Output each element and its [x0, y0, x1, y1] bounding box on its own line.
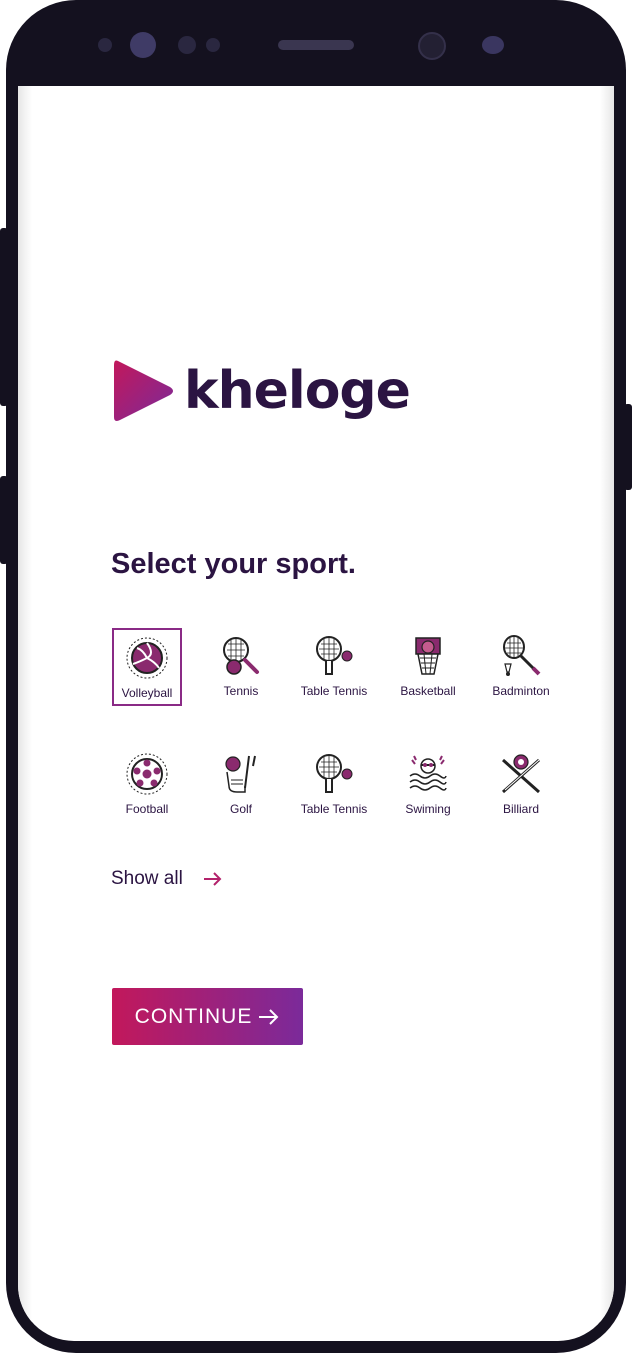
screen-edge [600, 86, 614, 1341]
sport-label: Volleyball [121, 686, 173, 700]
tennis-icon [223, 637, 259, 675]
sport-label: Tennis [223, 684, 259, 698]
sport-label: Billiard [502, 802, 539, 816]
football-icon [126, 753, 168, 795]
sport-option-golf[interactable]: Golf [206, 746, 276, 824]
play-logo-icon [114, 360, 173, 421]
sport-label: Swiming [405, 802, 451, 816]
sensor-dot [130, 32, 156, 58]
sport-option-badminton[interactable]: Badminton [486, 628, 556, 706]
earpiece-speaker [278, 40, 354, 50]
table-tennis-icon [316, 636, 353, 675]
sport-label: Table Tennis [300, 684, 368, 698]
continue-button[interactable]: CONTINUE [112, 988, 303, 1045]
sensor-dot [98, 38, 112, 52]
billiard-icon [502, 754, 540, 794]
sensor-dot [206, 38, 220, 52]
sport-option-volleyball[interactable]: Volleyball [112, 628, 182, 706]
sport-option-football[interactable]: Football [112, 746, 182, 824]
badminton-icon [503, 635, 541, 676]
sensor-dot [482, 36, 504, 54]
swimming-icon [409, 755, 447, 791]
sensor-dot [178, 36, 196, 54]
sport-label: Golf [229, 802, 252, 816]
phone-screen [18, 86, 614, 1341]
app-logo: kheloge [112, 356, 411, 426]
logo-wordmark: kheloge [184, 361, 411, 421]
show-all-link[interactable]: Show all [111, 868, 223, 890]
arrow-right-icon [259, 1008, 279, 1025]
sport-option-table-tennis-2[interactable]: Table Tennis [299, 746, 369, 824]
arrow-right-icon [203, 872, 222, 886]
sport-option-swimming[interactable]: Swiming [393, 746, 463, 824]
sport-option-table-tennis[interactable]: Table Tennis [299, 628, 369, 706]
sport-label: Football [125, 802, 169, 816]
sport-option-tennis[interactable]: Tennis [206, 628, 276, 706]
page-title: Select your sport. [111, 548, 356, 580]
sport-label: Table Tennis [300, 802, 368, 816]
sport-label: Basketball [400, 684, 456, 698]
table-tennis-icon [316, 754, 353, 793]
golf-icon [225, 755, 256, 793]
screen-edge [18, 86, 32, 1341]
sport-option-billiard[interactable]: Billiard [486, 746, 556, 824]
sport-option-basketball[interactable]: Basketball [393, 628, 463, 706]
volleyball-icon [126, 637, 168, 679]
front-camera [418, 32, 446, 60]
phone-top-bar [6, 0, 626, 86]
continue-label: CONTINUE [134, 1004, 253, 1028]
sport-label: Badminton [492, 684, 550, 698]
basketball-icon [415, 637, 441, 675]
show-all-label: Show all [111, 868, 183, 889]
